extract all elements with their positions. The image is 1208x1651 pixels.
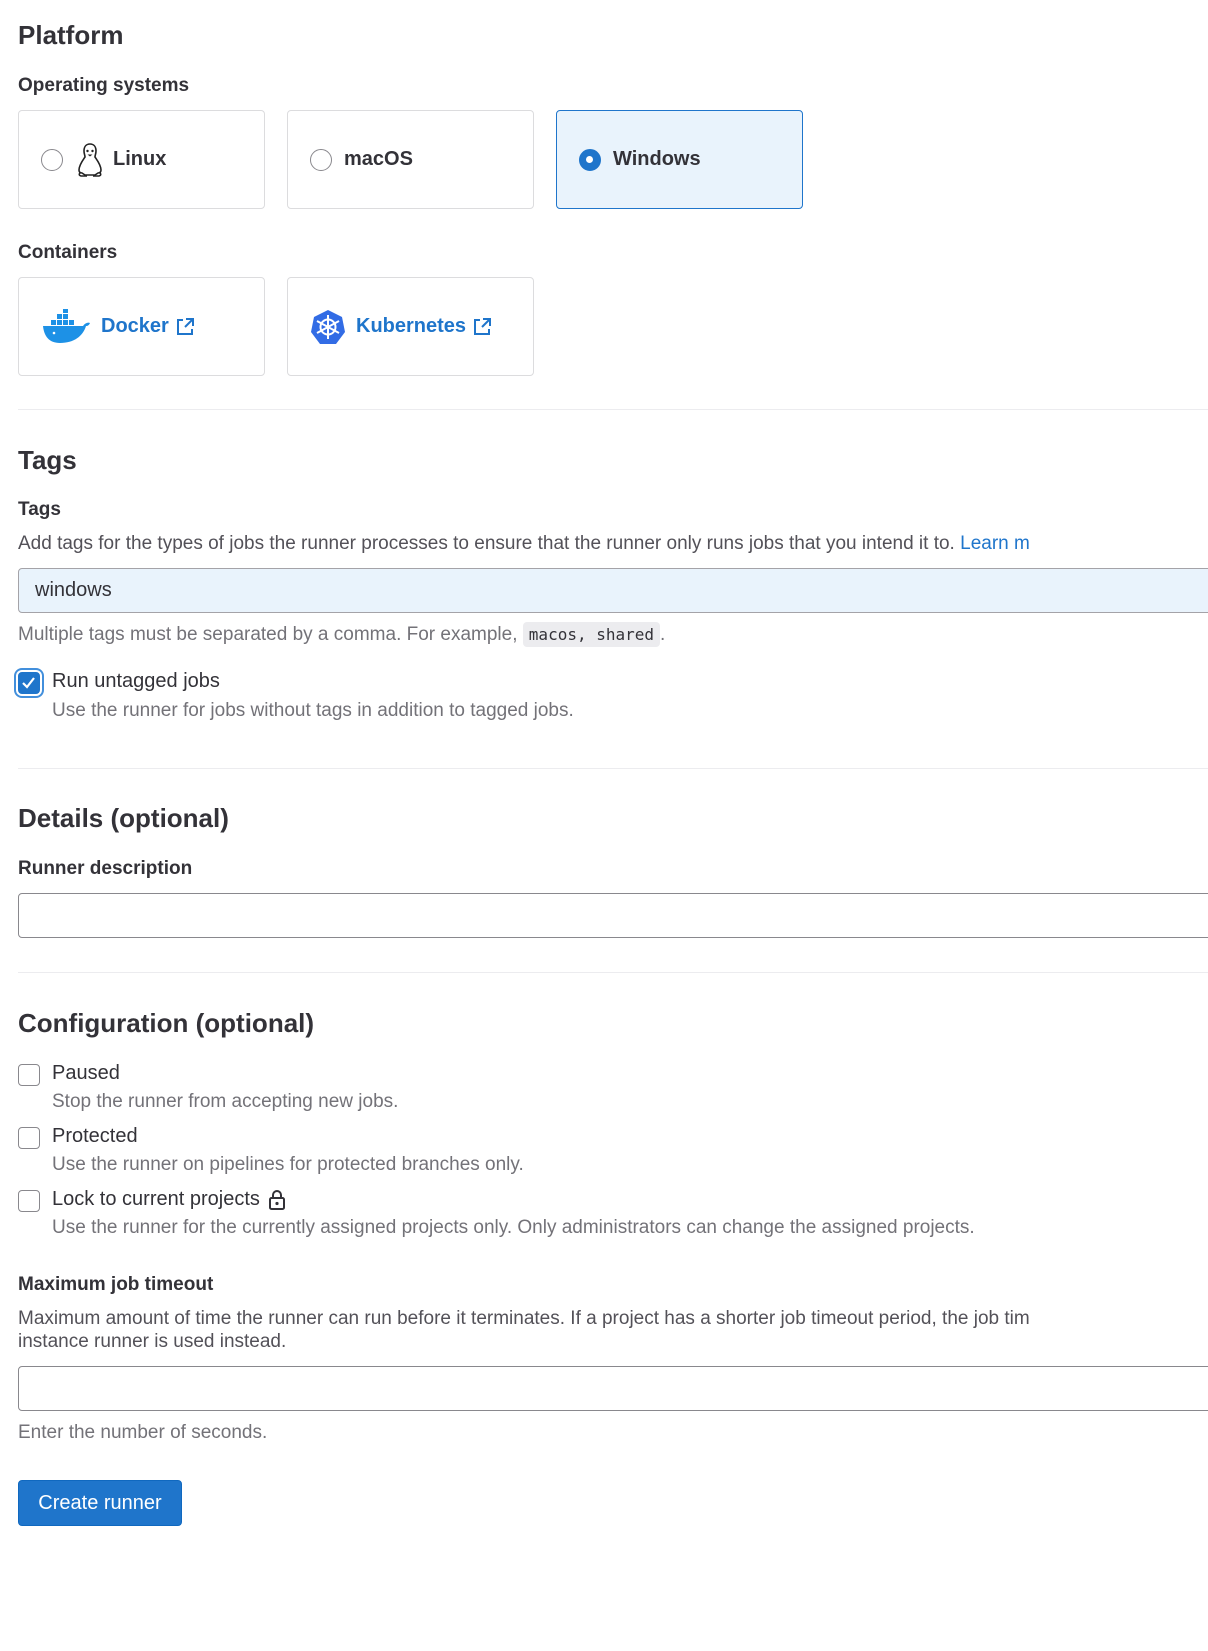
run-untagged-checkbox[interactable] [18, 672, 40, 694]
runner-description-input[interactable] [18, 893, 1208, 938]
linux-tux-icon [75, 142, 105, 178]
configuration-section-title: Configuration (optional) [18, 1008, 315, 1038]
protected-checkbox[interactable] [18, 1127, 40, 1149]
lock-to-projects-checkbox[interactable] [18, 1190, 40, 1212]
tags-field-label: Tags [18, 499, 61, 520]
run-untagged-help: Use the runner for jobs without tags in … [52, 700, 574, 721]
os-option-linux[interactable]: Linux [18, 110, 265, 209]
protected-help: Use the runner on pipelines for protecte… [52, 1154, 524, 1175]
lock-to-projects-label: Lock to current projects [52, 1188, 260, 1210]
max-timeout-description-line2: instance runner is used instead. [18, 1331, 287, 1352]
paused-help: Stop the runner from accepting new jobs. [52, 1091, 399, 1112]
windows-label: Windows [613, 148, 701, 170]
operating-systems-label: Operating systems [18, 75, 190, 96]
paused-checkbox[interactable] [18, 1064, 40, 1086]
runner-description-label: Runner description [18, 858, 193, 879]
runner-form-page: Platform Operating systems Linux macOS W… [0, 0, 1208, 1651]
docker-link[interactable]: Docker [101, 315, 195, 338]
max-timeout-description-line1: Maximum amount of time the runner can ru… [18, 1308, 1030, 1329]
docker-label: Docker [101, 315, 169, 337]
tags-example-code: macos, shared [522, 622, 661, 647]
external-link-icon [472, 317, 492, 337]
container-option-kubernetes[interactable]: Kubernetes [287, 277, 534, 376]
kubernetes-helm-icon [310, 309, 346, 345]
external-link-icon [175, 317, 195, 337]
max-timeout-label: Maximum job timeout [18, 1274, 214, 1295]
windows-radio[interactable] [579, 148, 601, 171]
details-section-title: Details (optional) [18, 803, 229, 833]
paused-label[interactable]: Paused [52, 1062, 120, 1085]
max-timeout-input[interactable] [18, 1366, 1208, 1411]
section-divider [18, 409, 1208, 410]
kubernetes-link[interactable]: Kubernetes [356, 315, 492, 338]
lock-to-projects-help: Use the runner for the currently assigne… [52, 1217, 975, 1238]
linux-label: Linux [113, 148, 167, 170]
protected-label[interactable]: Protected [52, 1125, 138, 1148]
tags-input[interactable] [18, 568, 1208, 613]
containers-label: Containers [18, 242, 118, 263]
tags-help-text: Multiple tags must be separated by a com… [18, 624, 518, 645]
linux-radio[interactable] [41, 148, 63, 171]
lock-to-projects-row[interactable]: Lock to current projects [52, 1188, 286, 1211]
section-divider [18, 972, 1208, 973]
tags-description-text: Add tags for the types of jobs the runne… [18, 533, 955, 554]
os-option-macos[interactable]: macOS [287, 110, 534, 209]
container-option-docker[interactable]: Docker [18, 277, 265, 376]
tags-description: Add tags for the types of jobs the runne… [18, 533, 1030, 555]
lock-icon [268, 1189, 286, 1210]
macos-radio[interactable] [310, 148, 332, 171]
tags-help-suffix: . [660, 624, 666, 645]
kubernetes-label: Kubernetes [356, 315, 467, 337]
section-divider [18, 768, 1208, 769]
tags-section-title: Tags [18, 445, 77, 475]
learn-more-link[interactable]: Learn m [960, 533, 1030, 554]
docker-whale-icon [41, 308, 91, 345]
check-icon [22, 677, 35, 689]
create-runner-button[interactable]: Create runner [18, 1480, 182, 1526]
run-untagged-label[interactable]: Run untagged jobs [52, 670, 220, 693]
tags-help: Multiple tags must be separated by a com… [18, 622, 666, 647]
macos-label: macOS [344, 148, 413, 170]
os-option-windows[interactable]: Windows [556, 110, 803, 209]
max-timeout-help: Enter the number of seconds. [18, 1422, 268, 1443]
platform-section-title: Platform [18, 20, 124, 50]
